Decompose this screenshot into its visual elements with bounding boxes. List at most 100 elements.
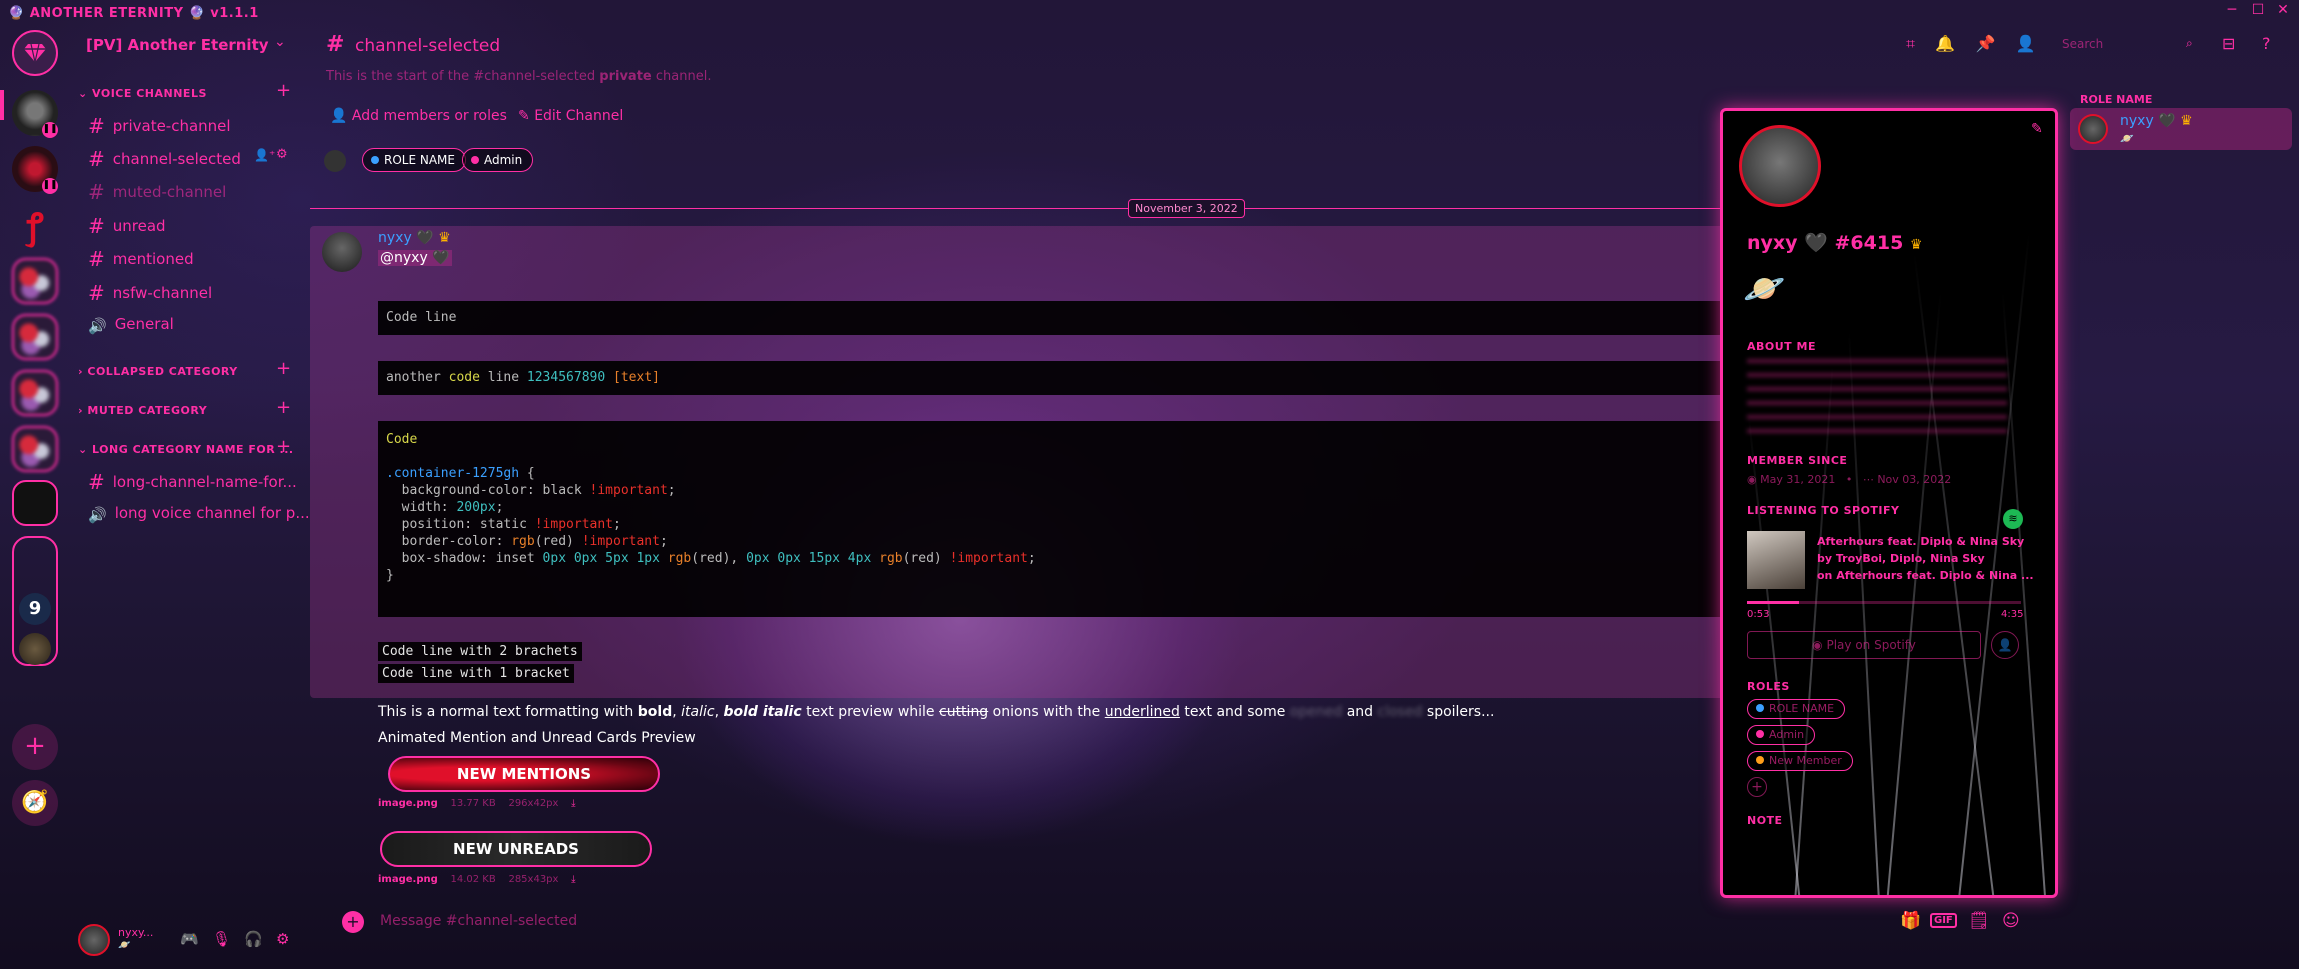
planet-icon: 🪐 bbox=[118, 940, 131, 951]
roles-heading: ROLES bbox=[1747, 680, 1790, 693]
main-chat: # channel-selected This is the start of … bbox=[310, 28, 1720, 928]
role-color-dot bbox=[1756, 756, 1764, 764]
help-icon[interactable]: ? bbox=[2262, 34, 2271, 53]
voice-channel-general[interactable]: 🔊 General bbox=[88, 315, 174, 335]
profile-role-admin[interactable]: Admin bbox=[1747, 725, 1816, 745]
category-collapsed[interactable]: › COLLAPSED CATEGORY bbox=[78, 365, 238, 378]
add-user-icon: 👤 bbox=[330, 108, 348, 124]
mic-muted-icon[interactable]: 🎙 bbox=[212, 930, 231, 948]
explore-servers-button[interactable]: 🧭 bbox=[12, 780, 58, 826]
header-toolbar: ⌗ 🔔 📌 👤 bbox=[1906, 34, 2036, 54]
add-members-button[interactable]: 👤 Add members or roles bbox=[330, 108, 507, 124]
user-avatar[interactable] bbox=[78, 924, 110, 956]
upload-button[interactable]: + bbox=[342, 911, 364, 933]
category-long-name[interactable]: ⌄ LONG CATEGORY NAME FOR ... bbox=[78, 443, 294, 456]
search-input[interactable]: Search ⌕ bbox=[2062, 34, 2198, 56]
channel-intro: This is the start of the #channel-select… bbox=[326, 69, 712, 84]
inbox-icon[interactable]: ⊟ bbox=[2222, 34, 2235, 53]
voice-channel-long[interactable]: 🔊 long voice channel for p... bbox=[88, 504, 310, 524]
add-server-button[interactable]: + bbox=[12, 724, 58, 770]
hashtag-icon: # bbox=[88, 470, 105, 494]
threads-icon[interactable]: ⌗ bbox=[1906, 34, 1915, 53]
add-member-icon[interactable]: 👤⁺ bbox=[254, 148, 275, 162]
attachment-image-mentions[interactable]: NEW MENTIONS bbox=[388, 756, 660, 792]
track-title[interactable]: Afterhours feat. Diplo & Nina Sky bbox=[1817, 533, 2034, 550]
server-name[interactable]: [PV] Another Eternity bbox=[86, 36, 269, 54]
server-folder-3[interactable] bbox=[12, 370, 58, 416]
track-artist[interactable]: by TroyBoi, Diplo, Nina Sky bbox=[1817, 550, 2034, 567]
spoiler-closed[interactable]: closed bbox=[1378, 704, 1423, 720]
pencil-icon[interactable]: ✎ bbox=[2031, 121, 2043, 137]
server-folder-4[interactable] bbox=[12, 426, 58, 472]
role-pill-admin[interactable]: Admin bbox=[462, 148, 534, 172]
attachment-image-unreads[interactable]: NEW UNREADS bbox=[380, 831, 652, 867]
author-avatar[interactable] bbox=[322, 232, 362, 272]
home-button[interactable] bbox=[12, 30, 58, 76]
gear-icon[interactable]: ⚙ bbox=[276, 147, 288, 162]
profile-username: nyxy 🖤 #6415 ♛ bbox=[1747, 232, 1923, 254]
channel-nsfw[interactable]: # nsfw-channel bbox=[88, 281, 212, 305]
spoiler-opened[interactable]: opened bbox=[1290, 704, 1342, 720]
pin-icon[interactable]: 📌 bbox=[1976, 34, 1996, 53]
close-button[interactable]: ✕ bbox=[2273, 2, 2293, 22]
message-input[interactable]: Message #channel-selected bbox=[380, 913, 1780, 929]
author-name[interactable]: nyxy 🖤 ♛ bbox=[378, 230, 451, 246]
server-icon-folder-a[interactable]: 9 bbox=[19, 593, 51, 625]
bell-icon[interactable]: 🔔 bbox=[1935, 34, 1955, 53]
edit-channel-button[interactable]: ✎ Edit Channel bbox=[518, 108, 623, 124]
app-logo-icon: 🔮 bbox=[8, 6, 25, 21]
create-channel-button[interactable]: + bbox=[276, 80, 291, 101]
member-item[interactable]: nyxy 🖤 ♛ 🪐 bbox=[2070, 108, 2292, 150]
gear-icon[interactable]: ⚙ bbox=[276, 930, 289, 948]
spotify-progress-fill bbox=[1747, 601, 1800, 604]
server-folder-open[interactable]: 9 bbox=[12, 536, 58, 666]
listen-along-button[interactable]: 👤 bbox=[1991, 631, 2019, 659]
maximize-button[interactable]: ☐ bbox=[2248, 2, 2268, 22]
download-icon[interactable]: ⤓ bbox=[571, 874, 575, 885]
chevron-down-icon[interactable]: ⌄ bbox=[274, 34, 286, 50]
gif-button[interactable]: GIF bbox=[1930, 913, 1957, 928]
channel-unread[interactable]: # unread bbox=[88, 214, 166, 238]
add-role-button[interactable]: + bbox=[1747, 777, 1767, 797]
track-album[interactable]: on Afterhours feat. Diplo & Nina ... bbox=[1817, 567, 2034, 584]
channel-long-name[interactable]: # long-channel-name-for... bbox=[88, 470, 297, 494]
category-muted[interactable]: › MUTED CATEGORY bbox=[78, 404, 207, 417]
profile-avatar[interactable] bbox=[1739, 125, 1821, 207]
voice-badge: ❚❚ bbox=[42, 122, 58, 138]
mention[interactable]: @nyxy 🖤 bbox=[378, 250, 452, 266]
create-channel-button[interactable]: + bbox=[276, 358, 291, 379]
download-icon[interactable]: ⤓ bbox=[571, 798, 575, 809]
about-me-text bbox=[1747, 359, 2007, 439]
profile-role-role-name[interactable]: ROLE NAME bbox=[1747, 699, 1846, 719]
member-group-heading: ROLE NAME bbox=[2080, 93, 2153, 106]
server-icon-folder-b[interactable] bbox=[19, 633, 51, 665]
formatted-text: This is a normal text formatting with bo… bbox=[378, 704, 1495, 720]
note-input[interactable] bbox=[1747, 831, 2017, 871]
channel-private[interactable]: # private-channel bbox=[88, 114, 231, 138]
headphones-icon[interactable]: 🎧 bbox=[244, 930, 263, 948]
minimize-button[interactable]: ─ bbox=[2222, 2, 2242, 22]
channel-selected[interactable]: # channel-selected bbox=[88, 147, 241, 171]
channel-mentioned[interactable]: # mentioned bbox=[88, 247, 194, 271]
server-icon-3[interactable]: ꝭ bbox=[12, 204, 58, 250]
server-folder-2[interactable] bbox=[12, 314, 58, 360]
active-indicator bbox=[0, 90, 4, 120]
members-icon[interactable]: 👤 bbox=[2016, 34, 2036, 53]
server-folder-1[interactable] bbox=[12, 258, 58, 304]
gift-icon[interactable]: 🎁 bbox=[1900, 911, 1921, 931]
create-channel-button[interactable]: + bbox=[276, 436, 291, 457]
profile-role-new-member[interactable]: New Member bbox=[1747, 751, 1853, 771]
sticker-icon[interactable]: 🗒 bbox=[1968, 911, 1990, 931]
album-art[interactable] bbox=[1747, 531, 1805, 589]
role-pill-role-name[interactable]: ROLE NAME bbox=[362, 148, 466, 172]
date-divider-line bbox=[310, 208, 1720, 209]
play-on-spotify-button[interactable]: ◉ Play on Spotify bbox=[1747, 631, 1981, 659]
user-name[interactable]: nyxy... bbox=[118, 926, 153, 939]
emoji-icon[interactable]: ☺ bbox=[2002, 911, 2020, 931]
create-channel-button[interactable]: + bbox=[276, 397, 291, 418]
channel-muted[interactable]: # muted-channel bbox=[88, 180, 226, 204]
category-voice-channels[interactable]: ⌄ VOICE CHANNELS bbox=[78, 87, 207, 100]
spotify-track-info: Afterhours feat. Diplo & Nina Sky by Tro… bbox=[1817, 533, 2034, 584]
gamepad-icon[interactable]: 🎮 bbox=[180, 930, 199, 948]
server-folder-5[interactable] bbox=[12, 480, 58, 526]
